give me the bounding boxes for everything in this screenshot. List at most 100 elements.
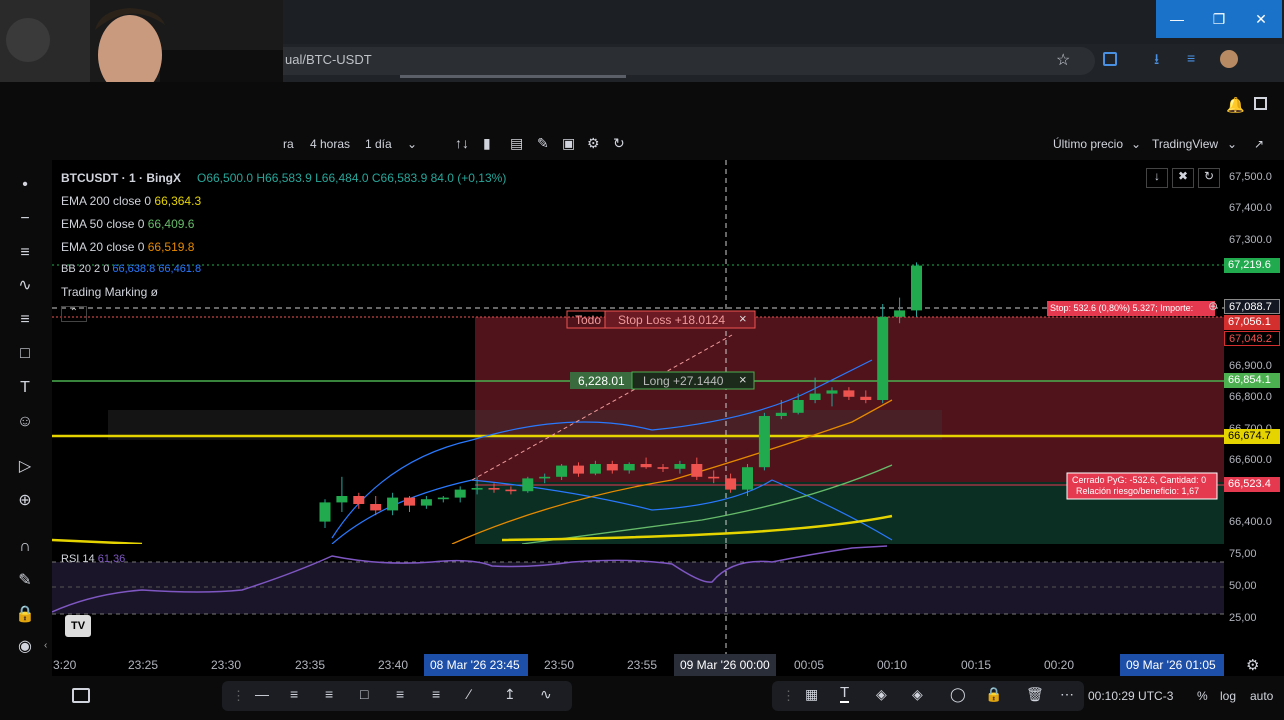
- time-label: 23:40: [378, 658, 409, 672]
- line-tool-icon[interactable]: —: [255, 686, 269, 702]
- pencil-icon[interactable]: ✎: [537, 135, 549, 152]
- collapse-icon[interactable]: ✖: [1172, 168, 1194, 188]
- close-icon[interactable]: ✕: [1240, 0, 1282, 38]
- rectangle-icon[interactable]: □: [360, 686, 368, 702]
- time-label: 23:55: [627, 658, 658, 672]
- auto-toggle[interactable]: auto: [1250, 689, 1273, 703]
- dot-cursor-icon[interactable]: •: [12, 174, 38, 196]
- candle-body: [505, 489, 517, 492]
- ohlc-low: L66,484.0: [315, 171, 369, 185]
- trendline-icon[interactable]: −: [12, 208, 38, 230]
- chevron-down-icon[interactable]: ⌄: [1227, 137, 1237, 151]
- drag-handle-icon[interactable]: ⋮: [782, 688, 795, 704]
- eye-icon[interactable]: ◉: [12, 636, 38, 658]
- calendar-icon[interactable]: [72, 688, 90, 703]
- grid-icon[interactable]: ▦: [805, 686, 818, 703]
- extension-icon[interactable]: [1103, 52, 1117, 66]
- fill-icon[interactable]: ◈: [876, 686, 887, 703]
- ema20-legend[interactable]: EMA 20 close 0 66,519.8: [61, 240, 194, 254]
- candle-body: [657, 467, 669, 469]
- text-icon[interactable]: T: [840, 684, 850, 703]
- rectangle-icon[interactable]: □: [12, 343, 38, 365]
- price-tag-yellow: 66,674.7: [1224, 429, 1280, 444]
- close-icon[interactable]: ×: [739, 311, 747, 326]
- log-toggle[interactable]: log: [1220, 689, 1236, 703]
- price-source-select[interactable]: Último precio: [1053, 137, 1123, 151]
- rsi-legend[interactable]: RSI 14 61,36: [61, 553, 125, 565]
- ruler-icon[interactable]: ▷: [12, 456, 38, 478]
- notifications-icon[interactable]: 🔔: [1226, 96, 1245, 114]
- visibility-icon[interactable]: ◯: [950, 686, 966, 703]
- ray-icon[interactable]: ∕: [468, 686, 470, 702]
- panel-toggle-icon[interactable]: [1254, 97, 1267, 110]
- sync-icon[interactable]: ↻: [1198, 168, 1220, 188]
- indicators-icon[interactable]: ▤: [510, 135, 523, 152]
- candle-body: [809, 393, 821, 400]
- chevron-down-icon[interactable]: ⌄: [407, 137, 417, 151]
- bookmark-star-icon[interactable]: ☆: [1056, 50, 1070, 70]
- zoom-icon[interactable]: ⊕: [12, 490, 38, 512]
- chevron-left-icon[interactable]: ‹: [44, 640, 47, 651]
- tradingview-logo-icon[interactable]: TV: [65, 615, 91, 637]
- ema50-label: EMA 50 close 0: [61, 217, 145, 231]
- drag-handle-icon[interactable]: ⋮: [232, 688, 245, 704]
- gear-icon[interactable]: ⚙: [1246, 656, 1259, 674]
- timeframe-partial[interactable]: ra: [283, 137, 294, 151]
- color-icon[interactable]: ◈: [912, 686, 923, 703]
- emoji-icon[interactable]: ☺: [12, 411, 38, 433]
- candle-body: [420, 499, 432, 506]
- lock-icon[interactable]: 🔒: [985, 686, 1002, 703]
- bar-chart-icon[interactable]: ↑↓: [455, 135, 469, 151]
- lock-icon[interactable]: 🔒: [12, 604, 38, 626]
- price-chart[interactable]: [52, 160, 1224, 544]
- download-icon[interactable]: ⭳: [1154, 49, 1159, 74]
- trash-icon[interactable]: 🗑: [1026, 686, 1044, 703]
- stop-loss-label[interactable]: Stop Loss +18.0124: [618, 313, 725, 327]
- profile-avatar[interactable]: [1220, 50, 1238, 68]
- brush-icon[interactable]: ∿: [12, 275, 38, 297]
- bb-legend[interactable]: BB 20 2 0 66,638.8 66,461.8: [61, 263, 201, 275]
- candle-body: [589, 464, 601, 474]
- camera-icon[interactable]: ▣: [562, 135, 575, 152]
- candle-body: [911, 265, 922, 311]
- ema50-legend[interactable]: EMA 50 close 0 66,409.6: [61, 217, 194, 231]
- rsi-pane[interactable]: [52, 544, 1224, 654]
- long-label[interactable]: Long +27.1440: [643, 374, 723, 388]
- pitchfork-icon[interactable]: ≡: [12, 242, 38, 264]
- lock-drawing-icon[interactable]: ✎: [12, 570, 38, 592]
- fib-icon[interactable]: ≡: [396, 686, 404, 702]
- minimize-icon[interactable]: —: [1156, 0, 1198, 38]
- percent-toggle[interactable]: %: [1197, 689, 1208, 703]
- channel-icon[interactable]: ≡: [432, 686, 440, 702]
- text-icon[interactable]: T: [12, 377, 38, 399]
- magnet-icon[interactable]: ∩: [12, 536, 38, 558]
- todo-label[interactable]: Todo: [575, 313, 601, 327]
- collapse-legend-icon[interactable]: ⌃: [61, 306, 87, 322]
- ema200-legend[interactable]: EMA 200 close 0 66,364.3: [61, 194, 201, 208]
- reading-list-icon[interactable]: ≡: [1187, 50, 1195, 66]
- address-bar[interactable]: [250, 47, 1095, 75]
- forecast-icon[interactable]: ↥: [504, 686, 516, 703]
- trading-marking-legend[interactable]: Trading Marking ø: [61, 285, 158, 299]
- restore-icon[interactable]: ❐: [1198, 0, 1240, 38]
- symbol-title[interactable]: BTCUSDT · 1 · BingX: [61, 171, 181, 185]
- closed-line-2: Relación riesgo/beneficio: 1,67: [1076, 486, 1200, 496]
- gear-icon[interactable]: ⚙: [587, 135, 600, 152]
- add-order-icon[interactable]: ⊕: [1208, 299, 1218, 313]
- fullscreen-icon[interactable]: ↗: [1254, 137, 1264, 151]
- timeframe-4h[interactable]: 4 horas: [310, 137, 350, 151]
- refresh-icon[interactable]: ↻: [613, 135, 625, 152]
- parallel-icon[interactable]: ≡: [290, 686, 298, 702]
- pattern-icon[interactable]: ∿: [540, 686, 552, 703]
- pitchfork-icon[interactable]: ≡: [325, 686, 333, 702]
- fib-icon[interactable]: ≡: [12, 309, 38, 331]
- scroll-down-icon[interactable]: ↓: [1146, 168, 1168, 188]
- clock-readout[interactable]: 00:10:29 UTC-3: [1088, 689, 1173, 703]
- ohlc-change: 84.0 (+0,13%): [430, 171, 507, 185]
- more-icon[interactable]: ⋯: [1060, 686, 1074, 703]
- close-icon[interactable]: ×: [739, 372, 747, 387]
- platform-select[interactable]: TradingView: [1152, 137, 1218, 151]
- candles-icon[interactable]: ▮: [483, 135, 491, 152]
- chevron-down-icon[interactable]: ⌄: [1131, 137, 1141, 151]
- timeframe-1d[interactable]: 1 día: [365, 137, 392, 151]
